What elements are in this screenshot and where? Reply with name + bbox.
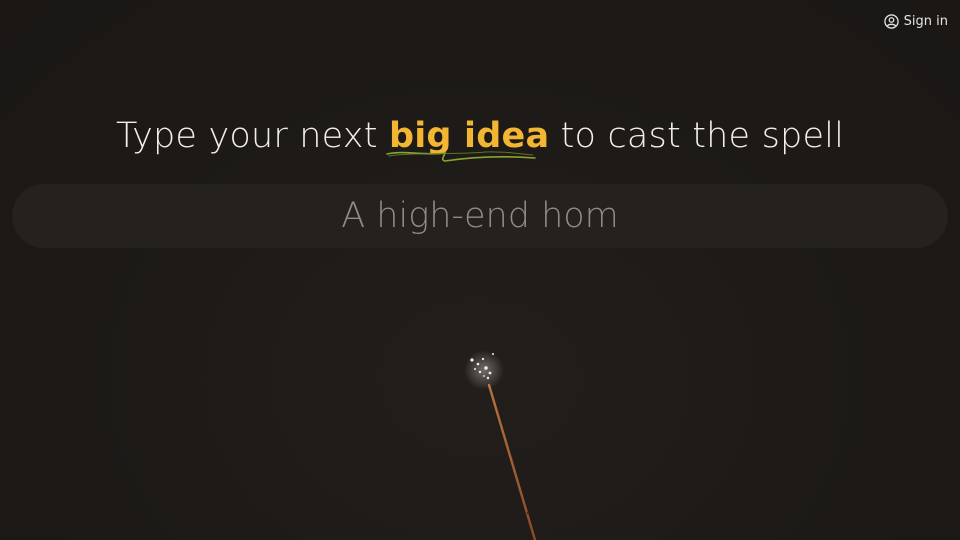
user-circle-icon	[883, 14, 899, 29]
hero-heading: Type your next big idea to cast the spel…	[0, 116, 960, 162]
sparkles-icon	[470, 353, 494, 380]
hero-text-after: to cast the spell	[549, 116, 845, 156]
sign-in-button[interactable]: Sign in	[883, 14, 948, 29]
sign-in-label: Sign in	[903, 14, 948, 29]
hero-highlight: big idea	[386, 116, 549, 162]
landing-page: Sign in Type your next big idea to cast …	[0, 0, 960, 540]
idea-input[interactable]	[12, 183, 948, 249]
idea-input-container	[12, 183, 948, 249]
scribble-underline-icon	[386, 151, 536, 162]
hero-text-before: Type your next	[115, 116, 389, 156]
magic-wand-icon	[464, 350, 537, 540]
